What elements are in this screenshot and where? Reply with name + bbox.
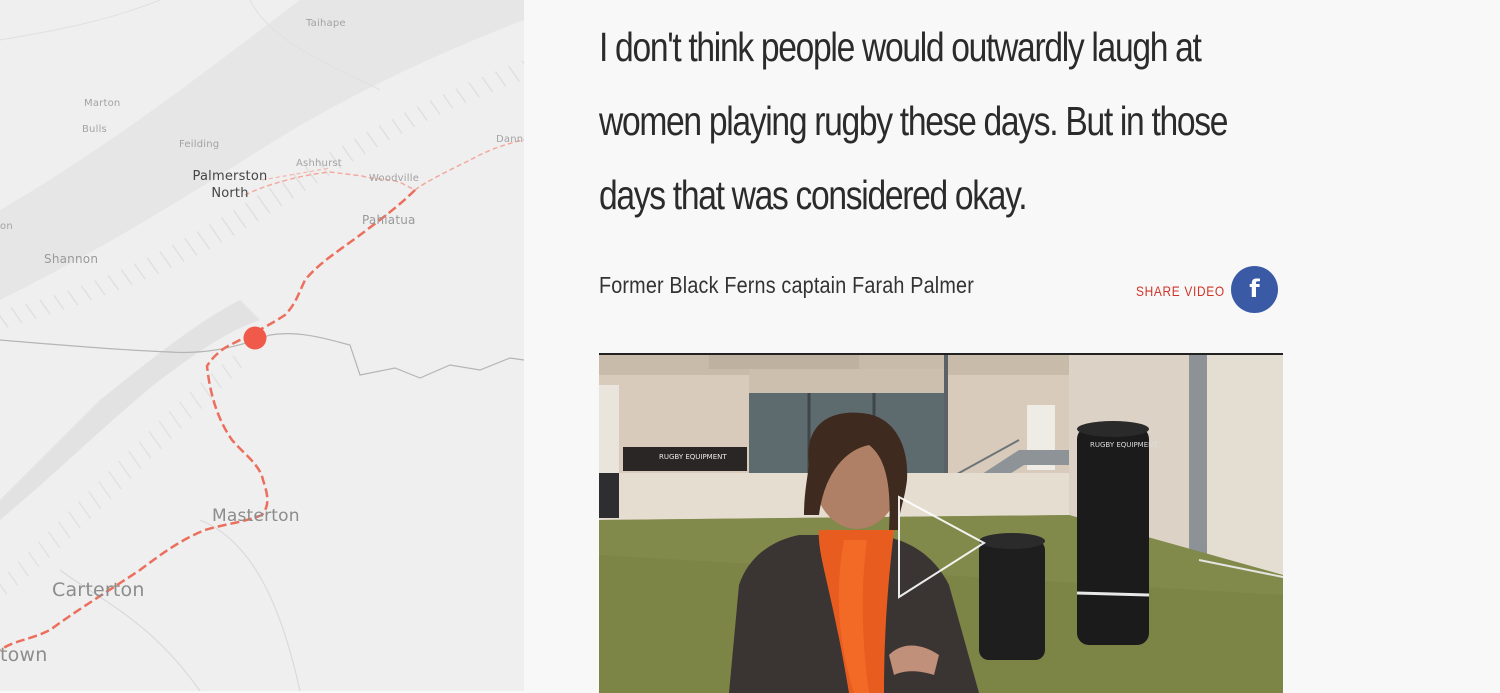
map-label-greytown: town — [0, 644, 48, 666]
map-label-marton: Marton — [84, 98, 121, 109]
pad-text: RUGBY EQUIPMENT — [1090, 441, 1158, 449]
map-label-masterton: Masterton — [212, 506, 300, 526]
map-label-taihape: Taihape — [306, 18, 346, 29]
map-label-ashhurst: Ashhurst — [296, 158, 342, 169]
facebook-share-button[interactable]: f — [1231, 266, 1278, 313]
current-location-marker[interactable] — [243, 326, 267, 350]
facebook-icon: f — [1249, 274, 1260, 303]
map-label-woodville: Woodville — [369, 173, 420, 184]
map-panel[interactable]: Taihape Marton Bulls Feilding Ashhurst D… — [0, 0, 524, 691]
video-player[interactable]: RUGBY EQUIPMENT RUGBY EQUIPMENT — [599, 353, 1283, 693]
share-video-link[interactable]: SHARE VIDEO — [1136, 283, 1225, 299]
map-label-bulls: Bulls — [82, 124, 107, 135]
pull-quote: I don't think people would outwardly lau… — [599, 24, 1228, 218]
map-label-palmerston-north: Palmerston North — [192, 169, 268, 201]
map-label-feilding: Feilding — [179, 139, 220, 150]
map-label-carterton: Carterton — [52, 579, 145, 601]
map-label-foxton: on — [0, 221, 13, 232]
banner-text: RUGBY EQUIPMENT — [659, 453, 727, 461]
video-thumbnail: RUGBY EQUIPMENT RUGBY EQUIPMENT — [599, 355, 1283, 693]
article-content: I don't think people would outwardly lau… — [524, 0, 1500, 693]
map-label-shannon: Shannon — [44, 252, 99, 266]
map-label-pahiatua: Pahiatua — [362, 213, 416, 227]
map-label-dannevirke: Danne — [496, 134, 524, 145]
quote-attribution: Former Black Ferns captain Farah Palmer — [599, 272, 974, 298]
